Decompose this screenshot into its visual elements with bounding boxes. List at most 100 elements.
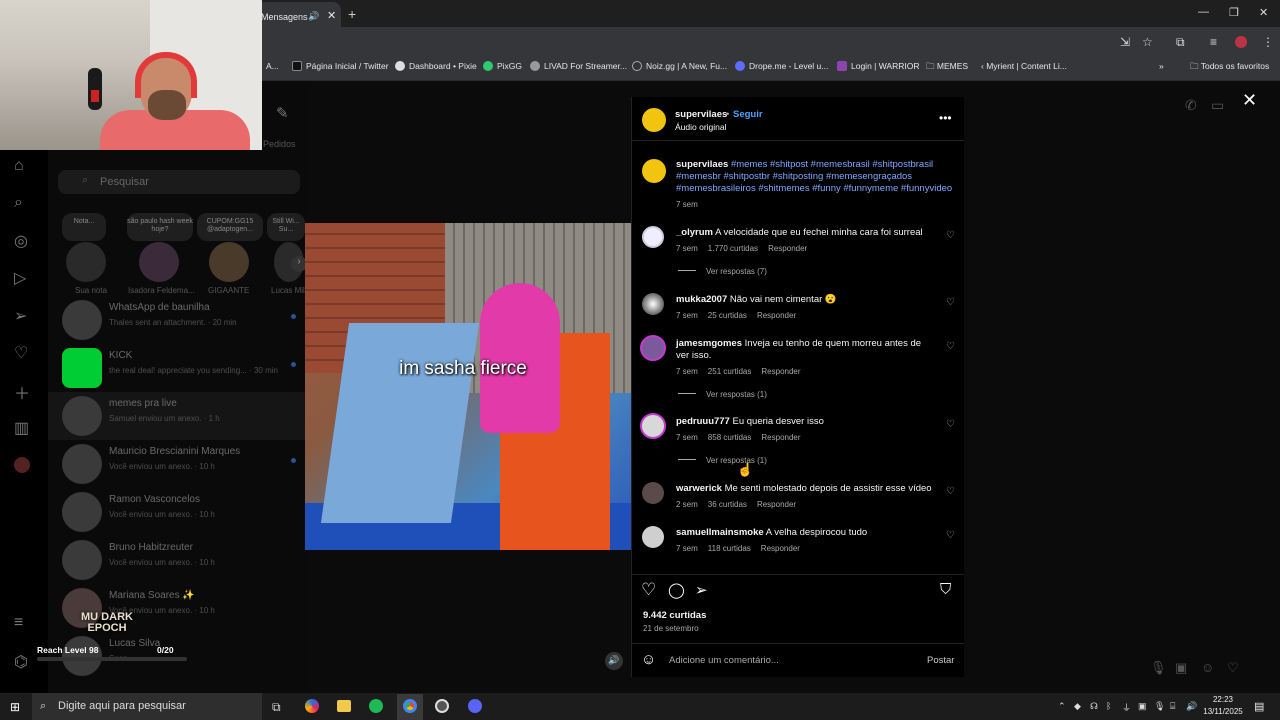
comment-like-icon[interactable]: ♡ <box>946 486 955 497</box>
volume-icon[interactable]: 🔊 <box>605 652 623 670</box>
like-post-icon[interactable]: ♡ <box>641 580 656 600</box>
like-icon[interactable]: ♡ <box>1227 660 1239 676</box>
profile-avatar[interactable] <box>1235 36 1247 48</box>
profile-icon[interactable] <box>14 457 30 473</box>
dm-thread[interactable]: Ramon Vasconcelos Você enviou um anexo. ·… <box>62 488 302 536</box>
more-bookmarks-icon[interactable]: » <box>1159 61 1164 71</box>
commenter-avatar[interactable] <box>640 413 666 439</box>
close-window-button[interactable]: ✕ <box>1259 6 1268 19</box>
more-menu-icon[interactable]: ≡ <box>14 614 23 632</box>
meta-icon[interactable]: ⌬ <box>14 652 28 672</box>
follow-button[interactable]: Seguir <box>733 109 763 120</box>
note-avatar[interactable] <box>139 242 179 282</box>
new-tab-button[interactable]: + <box>348 6 356 22</box>
commenter-avatar[interactable] <box>642 482 664 504</box>
search-icon[interactable]: ⌕ <box>14 194 23 212</box>
audio-label[interactable]: Áudio original <box>675 122 727 132</box>
close-modal-icon[interactable]: ✕ <box>1242 90 1257 111</box>
comment-like-icon[interactable]: ♡ <box>946 230 955 241</box>
file-explorer-icon[interactable] <box>337 700 351 712</box>
dm-thread[interactable]: Mauricio Brescianini Marques Você enviou … <box>62 440 302 488</box>
minimize-button[interactable]: — <box>1198 6 1209 18</box>
view-replies[interactable]: Ver respostas (1) <box>678 390 767 399</box>
bookmark-pixie[interactable]: Dashboard • Pixie <box>395 61 477 71</box>
bookmark-a[interactable]: A... <box>266 61 279 71</box>
note-avatar[interactable] <box>209 242 249 282</box>
comment-like-icon[interactable]: ♡ <box>946 341 955 352</box>
comment-like-icon[interactable]: ♡ <box>946 297 955 308</box>
emoji-icon[interactable]: ☺ <box>641 651 656 668</box>
note-avatar[interactable] <box>66 242 106 282</box>
chrome-icon[interactable] <box>403 699 417 713</box>
install-icon[interactable]: ⇲ <box>1120 35 1130 49</box>
mic-tray-icon[interactable]: 🎙 <box>1154 701 1165 712</box>
tray-app-icon[interactable]: ▣ <box>1138 701 1147 712</box>
windows-start-icon[interactable]: ⊞ <box>10 700 20 714</box>
phone-icon[interactable]: ✆ <box>1185 97 1197 114</box>
obs-icon[interactable] <box>435 699 449 713</box>
home-icon[interactable]: ⌂ <box>14 157 24 175</box>
bookmark-drope[interactable]: Drope.me - Level u... <box>735 61 828 71</box>
commenter-avatar[interactable] <box>642 293 664 315</box>
volume-tray-icon[interactable]: 🔊 <box>1186 701 1197 712</box>
speaker-icon[interactable]: 🔊 <box>308 11 319 22</box>
create-icon[interactable]: ＋ <box>14 380 30 404</box>
dashboard-icon[interactable]: ▥ <box>14 418 29 438</box>
media-icon[interactable]: ≡ <box>1210 35 1217 49</box>
video-call-icon[interactable]: ▭ <box>1211 97 1224 114</box>
post-comment-button[interactable]: Postar <box>927 655 954 666</box>
compose-icon[interactable]: ✎ <box>276 104 289 122</box>
bookmark-noiz[interactable]: Noiz.gg | A New, Fu... <box>632 61 727 71</box>
commenter-avatar[interactable] <box>642 526 664 548</box>
extensions-icon[interactable]: ⧉ <box>1176 35 1185 50</box>
more-options-icon[interactable]: ••• <box>939 111 952 125</box>
comment-like-icon[interactable]: ♡ <box>946 530 955 541</box>
commenter-avatar[interactable] <box>640 335 666 361</box>
bookmark-all-favorites[interactable]: 🗀 Todos os favoritos <box>1190 61 1269 75</box>
usb-icon[interactable]: ⏚ <box>1122 701 1131 714</box>
tray-chevron-icon[interactable]: ⌃ <box>1058 701 1066 712</box>
dm-thread[interactable]: KICK the real deal! appreciate you sendin… <box>62 344 302 392</box>
mic-icon[interactable]: 🎙 <box>1150 660 1167 676</box>
commenter-avatar[interactable] <box>642 226 664 248</box>
bookmark-myrient[interactable]: ‹ Myrient | Content Li... <box>981 61 1067 71</box>
comment-input[interactable]: Adicione um comentário... <box>669 655 779 666</box>
star-icon[interactable]: ☆ <box>1142 35 1153 49</box>
headset-icon[interactable]: ☊ <box>1090 701 1098 712</box>
bookmark-livad[interactable]: LIVAD For Streamer... <box>530 61 627 71</box>
dm-thread[interactable]: WhatsApp de baunilha Thales sent an attac… <box>62 296 302 344</box>
bookmark-folder-memes[interactable]: 🗀 MEMES <box>926 61 968 75</box>
close-tab-icon[interactable]: ✕ <box>327 9 336 22</box>
bluetooth-icon[interactable]: ᛒ <box>1106 701 1111 711</box>
restore-button[interactable]: ❐ <box>1229 6 1239 19</box>
menu-icon[interactable]: ⋮ <box>1262 35 1274 49</box>
explore-icon[interactable]: ◎ <box>14 231 28 251</box>
comment-icon[interactable]: ◯ <box>668 581 685 599</box>
bookmark-twitter[interactable]: Página Inicial / Twitter <box>292 61 389 71</box>
network-icon[interactable]: ⌸ <box>1170 701 1175 712</box>
taskbar-search[interactable]: Digite aqui para pesquisar <box>32 693 262 720</box>
clock-time[interactable]: 22:23 <box>1203 695 1243 704</box>
reel-video[interactable] <box>305 223 631 550</box>
task-view-icon[interactable]: ⧉ <box>272 700 281 715</box>
sticker-icon[interactable]: ☺ <box>1201 660 1214 675</box>
clock-date[interactable]: 13/11/2025 <box>1201 707 1245 716</box>
messages-icon[interactable]: ➢ <box>14 306 27 326</box>
author-username[interactable]: supervilaes <box>675 109 727 120</box>
author-avatar[interactable] <box>642 159 666 183</box>
share-icon[interactable]: ➢ <box>695 581 708 599</box>
view-replies[interactable]: Ver respostas (1) <box>678 456 767 465</box>
comment-like-icon[interactable]: ♡ <box>946 419 955 430</box>
tab-mensagens[interactable]: Mensagens 🔊 ✕ <box>255 2 341 27</box>
view-replies[interactable]: Ver respostas (7) <box>678 267 767 276</box>
copilot-icon[interactable] <box>305 699 319 713</box>
dm-thread-selected[interactable]: memes pra live Samuel enviou um anexo. · … <box>48 392 306 440</box>
reels-icon[interactable]: ▷ <box>14 268 26 288</box>
author-avatar[interactable] <box>642 108 666 132</box>
pedidos-link[interactable]: Pedidos <box>263 139 296 149</box>
spotify-icon[interactable] <box>369 699 383 713</box>
notification-center-icon[interactable]: ▤ <box>1254 700 1264 713</box>
discord-icon[interactable] <box>468 699 482 713</box>
save-icon[interactable]: ⛉ <box>940 581 951 598</box>
dm-thread[interactable]: Bruno Habitzreuter Você enviou um anexo. … <box>62 536 302 584</box>
